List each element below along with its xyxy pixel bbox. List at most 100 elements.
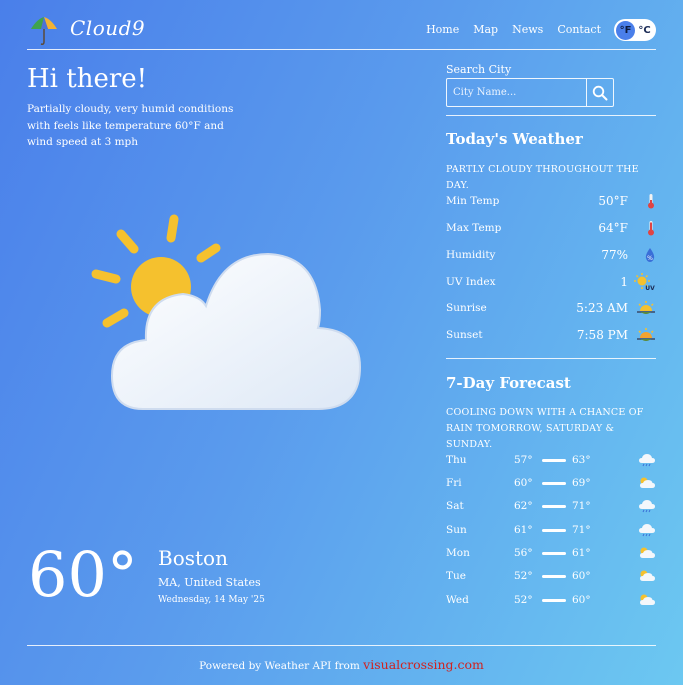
- search-label: Search City: [446, 63, 512, 76]
- stat-uv-index: UV Index 1 UV: [446, 273, 656, 291]
- current-temperature: 60°: [28, 538, 138, 611]
- city-region: MA, United States: [158, 576, 261, 589]
- uv-sun-icon: UV: [628, 273, 656, 291]
- partly-cloudy-day-icon: [88, 210, 368, 419]
- forecast-day: Sun: [446, 524, 467, 536]
- rain-cloud-icon: [602, 453, 656, 467]
- search-box: [446, 78, 614, 107]
- today-title: Today's Weather: [446, 130, 583, 148]
- city-name: Boston: [158, 546, 228, 570]
- stat-label: UV Index: [446, 276, 496, 288]
- stat-value: 1: [620, 275, 628, 289]
- forecast-row: Tue 52° 60°: [446, 567, 656, 585]
- forecast-row: Mon 56° 61°: [446, 544, 656, 562]
- forecast-day: Sat: [446, 500, 464, 512]
- today-description: PARTLY CLOUDY THROUGHOUT THE DAY.: [446, 164, 639, 191]
- forecast-high: 61°: [572, 547, 591, 559]
- forecast-high: 71°: [572, 524, 591, 536]
- current-date: Wednesday, 14 May '25: [158, 595, 265, 605]
- forecast-day: Mon: [446, 547, 470, 559]
- stat-max-temp: Max Temp 64°F: [446, 219, 656, 237]
- thermometer-high-icon: [628, 220, 656, 236]
- fahrenheit-button[interactable]: °F: [616, 20, 635, 40]
- stat-value: 64°F: [598, 221, 628, 235]
- forecast-low: 61°: [514, 524, 533, 536]
- stat-value: 5:23 AM: [576, 301, 628, 315]
- footer-divider: [27, 645, 656, 646]
- forecast-high: 69°: [572, 477, 591, 489]
- search-button[interactable]: [587, 79, 613, 106]
- main-nav: Home Map News Contact: [426, 23, 601, 36]
- partly-cloudy-icon: [602, 593, 656, 607]
- stat-value: 7:58 PM: [576, 328, 628, 342]
- stat-label: Sunrise: [446, 302, 487, 314]
- forecast-description: COOLING DOWN WITH A CHANCE OF RAIN TOMOR…: [446, 407, 644, 450]
- forecast-range-bar: [542, 504, 566, 508]
- city-search-input[interactable]: [447, 79, 587, 106]
- umbrella-logo-icon: [28, 14, 60, 46]
- nav-map[interactable]: Map: [473, 23, 498, 36]
- forecast-low: 62°: [514, 500, 533, 512]
- forecast-high: 71°: [572, 500, 591, 512]
- header-divider: [27, 49, 656, 50]
- forecast-day: Fri: [446, 477, 462, 489]
- app-logo-text[interactable]: Cloud9: [70, 16, 145, 40]
- svg-text:%: %: [647, 255, 653, 262]
- forecast-row: Thu 57° 63°: [446, 451, 656, 469]
- stat-label: Sunset: [446, 329, 483, 341]
- stat-value: 77%: [601, 248, 628, 262]
- greeting-heading: Hi there!: [27, 64, 148, 94]
- rain-cloud-icon: [602, 523, 656, 537]
- sunrise-icon: [628, 300, 656, 316]
- forecast-low: 52°: [514, 594, 533, 606]
- partly-cloudy-icon: [602, 476, 656, 490]
- forecast-range-bar: [542, 551, 566, 555]
- thermometer-low-icon: [628, 193, 656, 209]
- nav-home[interactable]: Home: [426, 23, 459, 36]
- forecast-range-bar: [542, 481, 566, 485]
- rain-cloud-icon: [602, 499, 656, 513]
- forecast-range-bar: [542, 458, 566, 462]
- forecast-low: 57°: [514, 454, 533, 466]
- forecast-day: Wed: [446, 594, 469, 606]
- nav-news[interactable]: News: [512, 23, 543, 36]
- nav-contact[interactable]: Contact: [557, 23, 601, 36]
- forecast-title: 7-Day Forecast: [446, 374, 571, 392]
- today-divider: [446, 358, 656, 359]
- forecast-range-bar: [542, 574, 566, 578]
- stat-sunset: Sunset 7:58 PM: [446, 326, 656, 344]
- forecast-row: Fri 60° 69°: [446, 474, 656, 492]
- forecast-row: Sat 62° 71°: [446, 497, 656, 515]
- svg-text:UV: UV: [645, 285, 655, 291]
- forecast-high: 60°: [572, 570, 591, 582]
- search-icon: [592, 85, 608, 100]
- forecast-row: Sun 61° 71°: [446, 521, 656, 539]
- stat-label: Humidity: [446, 249, 496, 261]
- stat-humidity: Humidity 77% %: [446, 246, 656, 264]
- stat-label: Min Temp: [446, 195, 500, 207]
- sunset-icon: [628, 327, 656, 343]
- stat-label: Max Temp: [446, 222, 502, 234]
- stat-sunrise: Sunrise 5:23 AM: [446, 299, 656, 317]
- weather-summary: Partially cloudy, very humid conditions …: [27, 103, 234, 148]
- forecast-day: Thu: [446, 454, 467, 466]
- forecast-high: 63°: [572, 454, 591, 466]
- forecast-day: Tue: [446, 570, 466, 582]
- visualcrossing-link[interactable]: visualcrossing.com: [363, 657, 484, 672]
- forecast-row: Wed 52° 60°: [446, 591, 656, 609]
- partly-cloudy-icon: [602, 569, 656, 583]
- forecast-range-bar: [542, 528, 566, 532]
- celsius-button[interactable]: °C: [635, 21, 654, 40]
- stat-min-temp: Min Temp 50°F: [446, 192, 656, 210]
- forecast-low: 56°: [514, 547, 533, 559]
- search-divider: [446, 115, 656, 116]
- unit-toggle[interactable]: °F °C: [614, 19, 656, 41]
- stat-value: 50°F: [598, 194, 628, 208]
- forecast-low: 60°: [514, 477, 533, 489]
- footer-text: Powered by Weather API from: [199, 660, 364, 672]
- forecast-range-bar: [542, 598, 566, 602]
- footer: Powered by Weather API from visualcrossi…: [0, 657, 683, 672]
- partly-cloudy-icon: [602, 546, 656, 560]
- forecast-high: 60°: [572, 594, 591, 606]
- humidity-drop-icon: %: [628, 247, 656, 263]
